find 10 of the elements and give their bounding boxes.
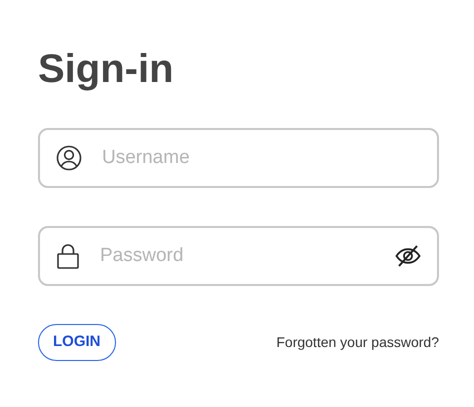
login-button[interactable]: LOGIN [38,324,116,361]
lock-icon [56,243,80,269]
forgot-password-link[interactable]: Forgotten your password? [276,332,439,353]
password-input[interactable]: Password [100,242,395,270]
username-input[interactable]: Username [102,144,421,172]
page-title: Sign-in [38,46,174,93]
password-field[interactable]: Password [38,226,439,286]
user-icon [56,145,82,171]
username-field[interactable]: Username [38,128,439,188]
eye-slash-icon[interactable] [395,244,421,268]
